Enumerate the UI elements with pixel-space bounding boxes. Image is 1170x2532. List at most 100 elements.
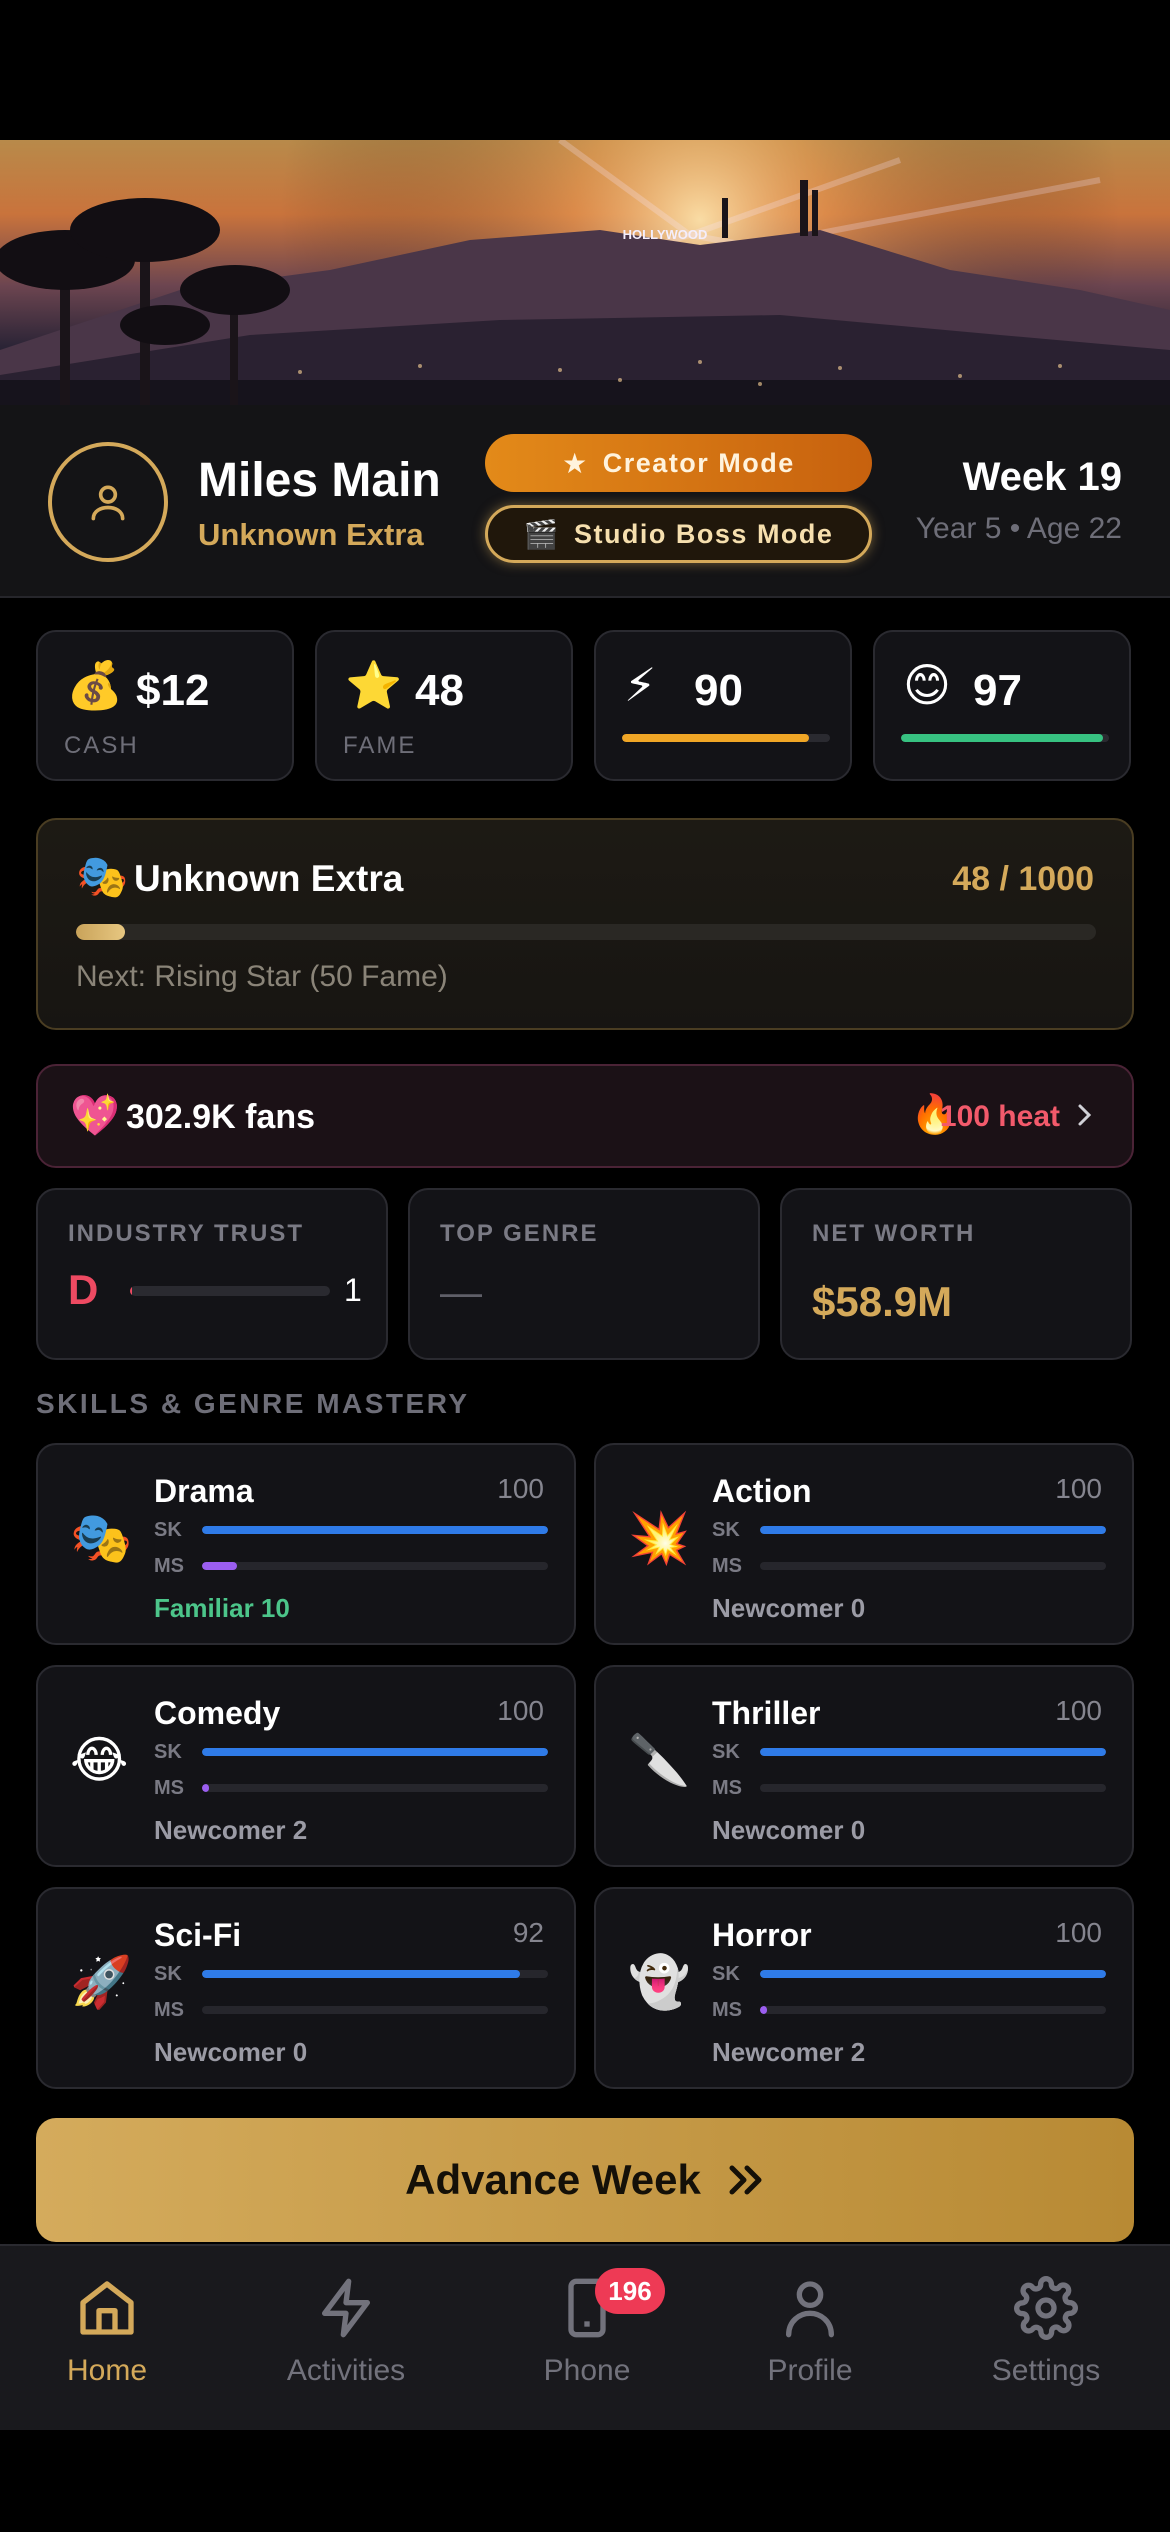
trust-bar-fill	[130, 1286, 132, 1296]
fans-card[interactable]: 💖 302.9K fans 🔥 100 heat	[36, 1064, 1134, 1168]
top-genre-card[interactable]: TOP GENRE —	[408, 1188, 760, 1360]
trust-bar	[130, 1286, 330, 1296]
mastery-rank: Newcomer 0	[712, 1593, 866, 1623]
next-rank-text: Next: Rising Star (50 Fame)	[76, 960, 448, 993]
energy-bar	[622, 734, 830, 742]
top-genre-label: TOP GENRE	[440, 1220, 599, 1247]
nav-home[interactable]: Home	[7, 2276, 207, 2388]
genre-name: Action	[712, 1473, 812, 1509]
player-header: Miles Main Unknown Extra ★ Creator Mode …	[0, 405, 1170, 598]
clapperboard-icon: 🎬	[523, 518, 560, 550]
hollywood-sign: HOLLYWOOD	[623, 227, 708, 242]
nav-phone-label: Phone	[543, 2354, 631, 2387]
happiness-bar	[901, 734, 1109, 742]
mastery-bar	[760, 1562, 1106, 1570]
skill-label: SK	[154, 1519, 182, 1541]
net-worth-card[interactable]: NET WORTH $58.9M	[780, 1188, 1132, 1360]
happiness-card[interactable]: 😊 97	[873, 630, 1131, 781]
year-age-label: Year 5 • Age 22	[915, 512, 1122, 545]
mastery-rank: Newcomer 2	[154, 1815, 308, 1845]
week-label: Week 19	[962, 455, 1122, 499]
skill-bar-fill	[202, 1970, 521, 1978]
happiness-bar-fill	[901, 734, 1103, 742]
genre-icon: 🎭	[70, 1510, 133, 1566]
genre-name: Thriller	[712, 1695, 821, 1731]
genre-score: 100	[497, 1695, 544, 1726]
genre-icon: 😂	[70, 1732, 129, 1788]
player-name: Miles Main	[198, 454, 441, 507]
mastery-label: MS	[712, 1555, 742, 1577]
top-genre-value: —	[440, 1268, 482, 1315]
hollywood-hills-illustration: HOLLYWOOD	[0, 140, 1170, 405]
mastery-label: MS	[154, 1999, 184, 2021]
creator-mode-label: Creator Mode	[602, 447, 795, 478]
mastery-label: MS	[154, 1777, 184, 1799]
cash-label: CASH	[64, 732, 139, 759]
nav-settings[interactable]: Settings	[946, 2276, 1146, 2388]
mastery-label: MS	[712, 1777, 742, 1799]
genre-score: 100	[497, 1473, 544, 1504]
nav-activities[interactable]: Activities	[246, 2276, 446, 2388]
trust-value: 1	[344, 1272, 362, 1308]
smiley-icon: 😊	[903, 659, 951, 711]
trust-grade: D	[68, 1266, 99, 1313]
industry-trust-card[interactable]: INDUSTRY TRUST D 1	[36, 1188, 388, 1360]
cash-value: $12	[136, 666, 210, 715]
studio-mode-label: Studio Boss Mode	[573, 518, 834, 549]
nav-phone[interactable]: 196 Phone	[487, 2268, 687, 2388]
mastery-rank: Newcomer 0	[712, 1815, 866, 1845]
career-progress-card[interactable]: 🎭 Unknown Extra 48 / 1000 Next: Rising S…	[36, 818, 1134, 1030]
mastery-label: MS	[712, 1999, 742, 2021]
chevron-right-icon	[1078, 1104, 1092, 1126]
energy-card[interactable]: ⚡ 90	[594, 630, 852, 781]
nav-settings-label: Settings	[991, 2354, 1101, 2387]
skill-bar	[202, 1526, 548, 1534]
genre-name: Drama	[154, 1473, 254, 1509]
skill-bar-fill	[760, 1526, 1106, 1534]
advance-week-label: Advance Week	[405, 2156, 701, 2203]
happiness-value: 97	[973, 666, 1022, 715]
nav-profile-label: Profile	[767, 2354, 853, 2387]
skill-card-comedy[interactable]: 😂 Comedy 100 SK MS Newcomer 2	[36, 1665, 576, 1867]
energy-bar-fill	[622, 734, 810, 742]
skill-card-horror[interactable]: 👻 Horror 100 SK MS Newcomer 2	[594, 1887, 1134, 2089]
nav-profile[interactable]: Profile	[710, 2276, 910, 2388]
fame-card[interactable]: ⭐ 48 FAME	[315, 630, 573, 781]
skill-label: SK	[154, 1963, 182, 1985]
skill-label: SK	[712, 1519, 740, 1541]
skill-label: SK	[712, 1741, 740, 1763]
net-worth-value: $58.9M	[812, 1278, 953, 1325]
cash-card[interactable]: 💰 $12 CASH	[36, 630, 294, 781]
player-title: Unknown Extra	[198, 517, 424, 552]
genre-name: Comedy	[154, 1695, 281, 1731]
skill-card-drama[interactable]: 🎭 Drama 100 SK MS Familiar 10	[36, 1443, 576, 1645]
skill-card-action[interactable]: 💥 Action 100 SK MS Newcomer 0	[594, 1443, 1134, 1645]
skill-bar	[760, 1748, 1106, 1756]
heat-value: 100 heat	[939, 1100, 1060, 1133]
mastery-bar-fill	[202, 1562, 237, 1570]
nav-activities-label: Activities	[286, 2354, 406, 2387]
advance-week-button[interactable]: Advance Week	[36, 2118, 1134, 2242]
studio-boss-mode-button[interactable]: 🎬 Studio Boss Mode	[485, 505, 872, 563]
skill-card-scifi[interactable]: 🚀 Sci-Fi 92 SK MS Newcomer 0	[36, 1887, 576, 2089]
skill-bar-fill	[760, 1748, 1106, 1756]
bottom-navigation: Home Activities 196 Phone Profile Settin…	[0, 2244, 1170, 2430]
theater-masks-icon: 🎭	[76, 853, 129, 900]
skill-bar	[760, 1970, 1106, 1978]
fans-count: 302.9K fans	[126, 1098, 315, 1136]
skill-bar	[202, 1970, 548, 1978]
mastery-bar	[202, 2006, 548, 2014]
genre-icon: 🔪	[628, 1732, 691, 1788]
skill-card-thriller[interactable]: 🔪 Thriller 100 SK MS Newcomer 0	[594, 1665, 1134, 1867]
genre-score: 100	[1055, 1695, 1102, 1726]
star-icon: ⭐	[345, 659, 403, 711]
career-progress-count: 48 / 1000	[952, 860, 1094, 898]
sparkling-heart-icon: 💖	[70, 1094, 120, 1138]
creator-mode-button[interactable]: ★ Creator Mode	[485, 434, 872, 492]
skill-bar-fill	[202, 1526, 548, 1534]
user-icon	[786, 2281, 834, 2338]
avatar[interactable]	[48, 442, 168, 562]
mastery-rank: Newcomer 2	[712, 2037, 866, 2067]
genre-score: 100	[1055, 1917, 1102, 1948]
genre-name: Horror	[712, 1917, 812, 1953]
